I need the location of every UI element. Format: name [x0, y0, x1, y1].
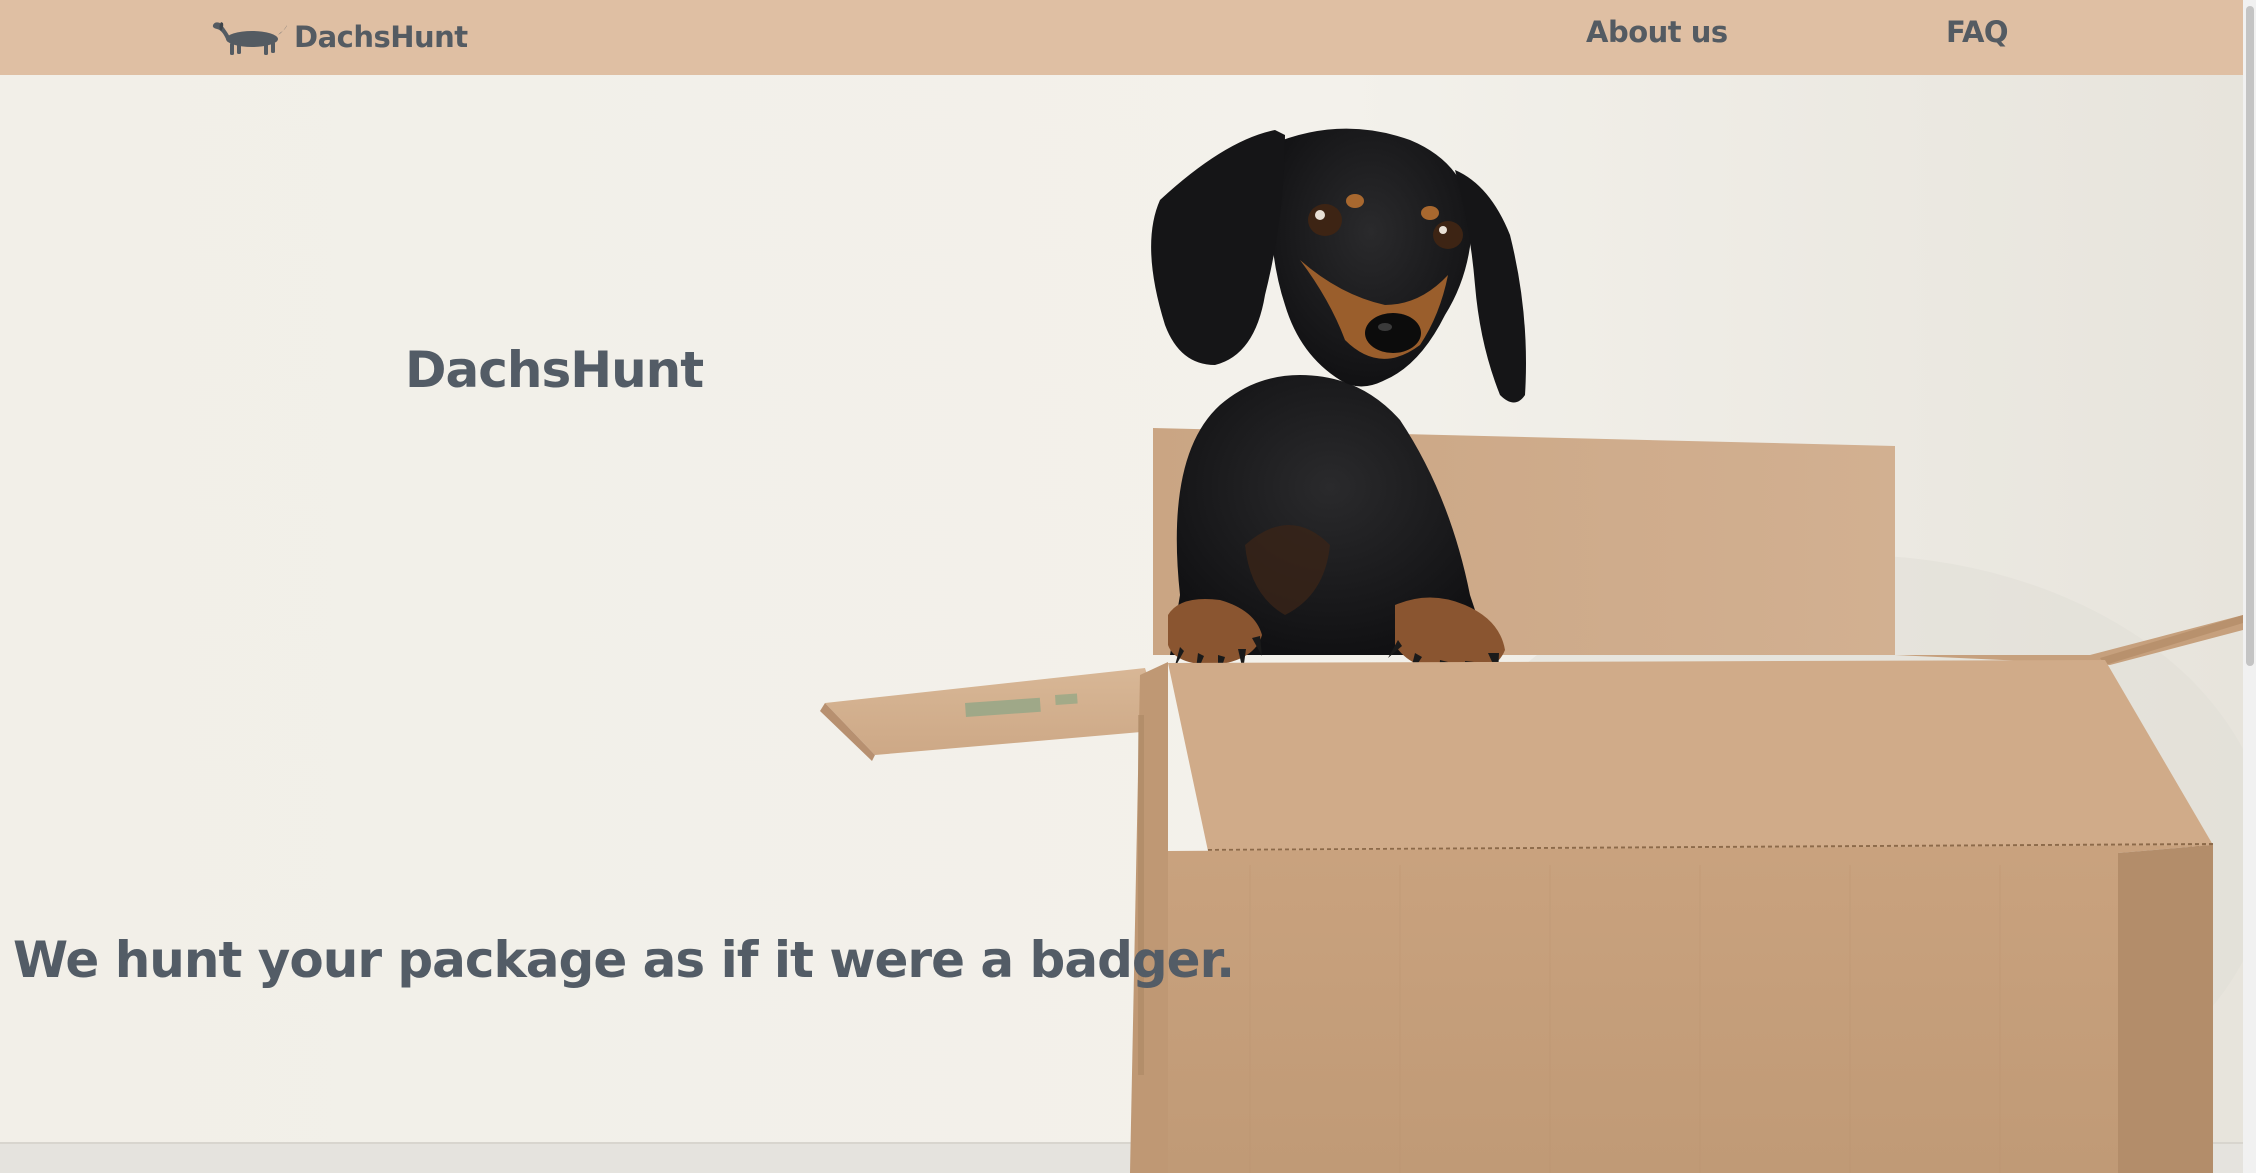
hero-image-dachshund-in-box	[0, 75, 2243, 1173]
page-scrollbar-thumb[interactable]	[2246, 6, 2254, 666]
page: DachsHunt About us FAQ DachsHunt We hunt…	[0, 0, 2256, 1173]
hero-title: DachsHunt	[405, 341, 704, 399]
nav-link-about-us[interactable]: About us	[1586, 15, 1728, 49]
top-navbar: DachsHunt About us FAQ	[0, 0, 2243, 75]
dachshund-logo-icon	[212, 15, 288, 59]
hero-section: DachsHunt We hunt your package as if it …	[0, 75, 2243, 1173]
page-scrollbar[interactable]	[2243, 0, 2256, 1173]
nav-link-faq[interactable]: FAQ	[1946, 15, 2009, 49]
hero-tagline: We hunt your package as if it were a bad…	[13, 931, 1235, 989]
brand-label: DachsHunt	[294, 20, 468, 54]
brand-home-link[interactable]: DachsHunt	[212, 12, 468, 62]
